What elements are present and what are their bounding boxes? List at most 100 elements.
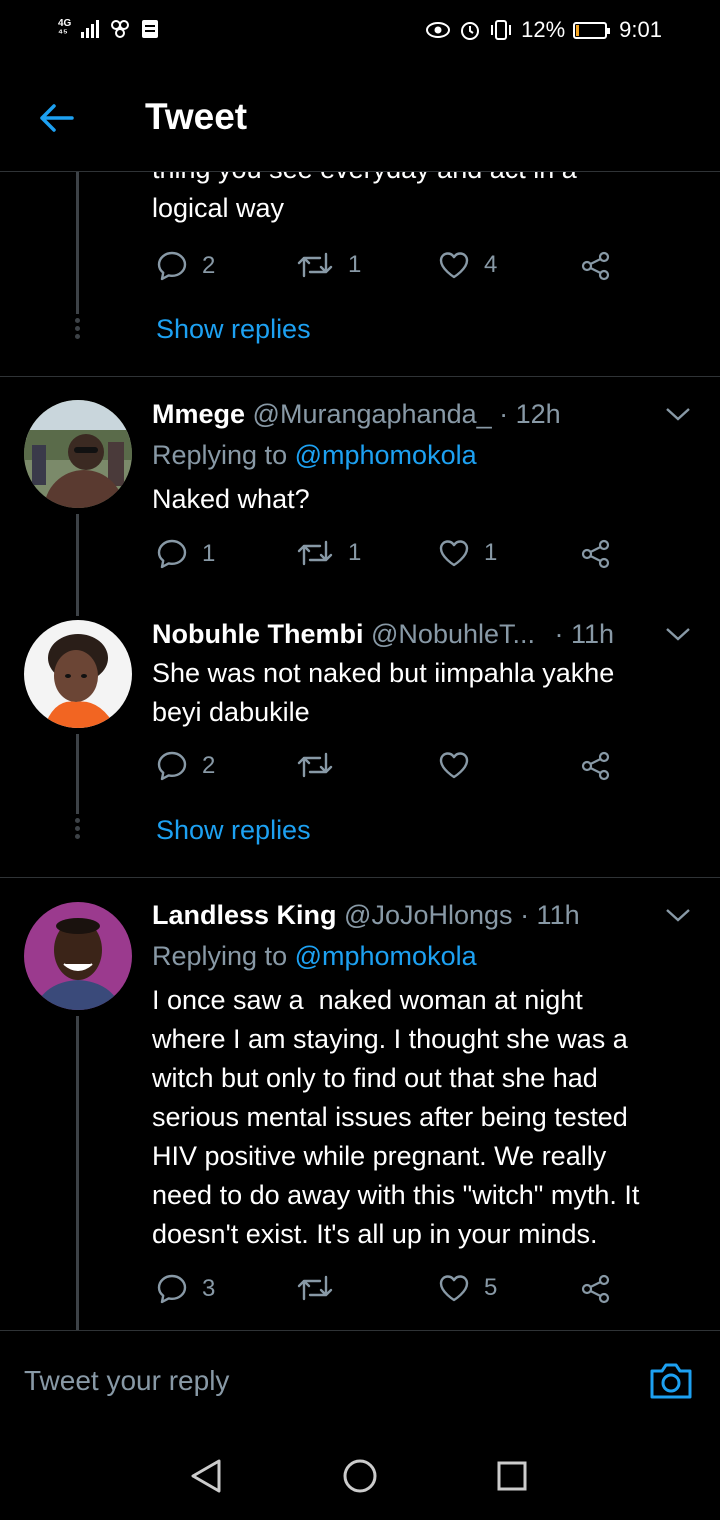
share-icon (581, 751, 610, 781)
app-bar: Tweet (0, 62, 720, 172)
divider (0, 877, 720, 878)
author-name[interactable]: Nobuhle Thembi (152, 619, 364, 649)
avatar[interactable] (24, 400, 132, 508)
like-button[interactable]: 1 (438, 538, 497, 568)
share-button[interactable] (580, 538, 612, 570)
vibrate-icon (491, 20, 512, 40)
back-arrow-icon (40, 104, 74, 132)
reply-count: 3 (202, 1275, 216, 1302)
replying-to: Replying to @mphomokola (152, 938, 477, 974)
app-notification-icon (111, 20, 130, 38)
tweet-text: Naked what? (152, 484, 310, 514)
author-name[interactable]: Mmege (152, 399, 245, 429)
nav-home-button[interactable] (340, 1456, 380, 1496)
author-handle[interactable]: @Murangaphanda_ (253, 399, 492, 429)
thread-line (76, 172, 79, 314)
camera-icon[interactable] (648, 1361, 694, 1401)
retweet-button[interactable] (296, 750, 348, 780)
retweet-icon (297, 252, 333, 278)
tweet-header: Nobuhle Thembi @NobuhleT... · 11h (152, 616, 614, 652)
tweet-time: · 12h (499, 399, 561, 429)
message-notification-icon (142, 20, 159, 38)
retweet-icon (297, 540, 333, 566)
replying-label: Replying to (152, 941, 288, 971)
share-button[interactable] (580, 750, 612, 782)
divider (0, 376, 720, 377)
retweet-button[interactable]: 1 (296, 538, 361, 568)
thread-line (76, 734, 79, 814)
nav-recents-button[interactable] (492, 1456, 532, 1496)
tweet-time: · 11h (520, 900, 580, 930)
heart-icon (439, 252, 469, 279)
share-button[interactable] (580, 1273, 612, 1305)
reply-feed: thing you see everyday and act in a logi… (0, 172, 720, 1330)
author-name[interactable]: Landless King (152, 900, 337, 930)
reply-composer: Tweet your reply (0, 1330, 720, 1424)
share-icon (581, 539, 610, 569)
page-title: Tweet (145, 96, 248, 137)
retweet-icon (297, 752, 333, 778)
reply-button[interactable]: 1 (156, 538, 215, 570)
reply-button[interactable]: 3 (156, 1273, 215, 1305)
reply-icon (157, 1274, 187, 1304)
eye-comfort-icon (426, 22, 451, 38)
nav-back-button[interactable] (186, 1456, 226, 1496)
mention-link[interactable]: @mphomokola (295, 941, 477, 971)
battery-percent: 12% (521, 17, 566, 42)
back-button[interactable] (32, 98, 80, 138)
more-replies-dots (75, 318, 80, 339)
chevron-down-icon[interactable] (664, 404, 692, 424)
reply-input[interactable]: Tweet your reply (24, 1365, 229, 1397)
retweet-icon (297, 1275, 333, 1301)
retweet-count: 1 (348, 539, 362, 566)
share-icon (581, 1274, 610, 1304)
share-icon (581, 251, 610, 281)
tweet-actions: 3 5 (152, 1273, 622, 1313)
reply-count: 2 (202, 752, 216, 779)
reply-icon (157, 751, 187, 781)
system-nav-bar (0, 1422, 720, 1520)
author-handle[interactable]: @NobuhleT... (371, 619, 535, 649)
tweet-text: I once saw a naked woman at night where … (152, 985, 640, 1249)
reply-icon (157, 539, 187, 569)
share-button[interactable] (580, 250, 612, 282)
mention-link[interactable]: @mphomokola (295, 440, 477, 470)
replying-to: Replying to @mphomokola (152, 437, 477, 473)
author-handle[interactable]: @JoJoHlongs (344, 900, 513, 930)
signal-icon (81, 20, 100, 38)
heart-icon (439, 752, 469, 779)
clock: 9:01 (619, 17, 662, 42)
triangle-back-icon (191, 1459, 221, 1493)
tweet-text: She was not naked but iimpahla yakhe bey… (152, 658, 615, 727)
circle-home-icon (343, 1459, 377, 1493)
chevron-down-icon[interactable] (664, 624, 692, 644)
avatar[interactable] (24, 902, 132, 1010)
avatar-image (24, 620, 132, 728)
show-replies-link[interactable]: Show replies (156, 815, 311, 846)
retweet-count: 1 (348, 251, 362, 278)
like-button[interactable]: 5 (438, 1273, 497, 1303)
retweet-button[interactable] (296, 1273, 348, 1303)
tweet-header: Mmege @Murangaphanda_ · 12h (152, 396, 561, 432)
avatar-image (24, 902, 132, 1010)
like-button[interactable] (438, 750, 484, 780)
avatar[interactable] (24, 620, 132, 728)
avatar-image (24, 400, 132, 508)
heart-icon (439, 540, 469, 567)
retweet-button[interactable]: 1 (296, 250, 361, 280)
tweet-header: Landless King @JoJoHlongs · 11h (152, 897, 580, 933)
alarm-icon (461, 22, 480, 40)
tweet-actions: 2 1 4 (152, 250, 622, 290)
reply-button[interactable]: 2 (156, 250, 215, 282)
tweet-text: thing you see everyday and act in a logi… (152, 172, 577, 223)
chevron-down-icon[interactable] (664, 905, 692, 925)
like-count: 1 (484, 539, 498, 566)
status-bar: 4G ⁴⁵ 12% 9:01 (0, 0, 720, 62)
tweet-time: · 11h (554, 619, 615, 649)
reply-icon (157, 251, 187, 281)
like-button[interactable]: 4 (438, 250, 497, 280)
show-replies-link[interactable]: Show replies (156, 314, 311, 345)
reply-button[interactable]: 2 (156, 750, 215, 782)
like-count: 5 (484, 1274, 498, 1301)
heart-icon (439, 1275, 469, 1302)
